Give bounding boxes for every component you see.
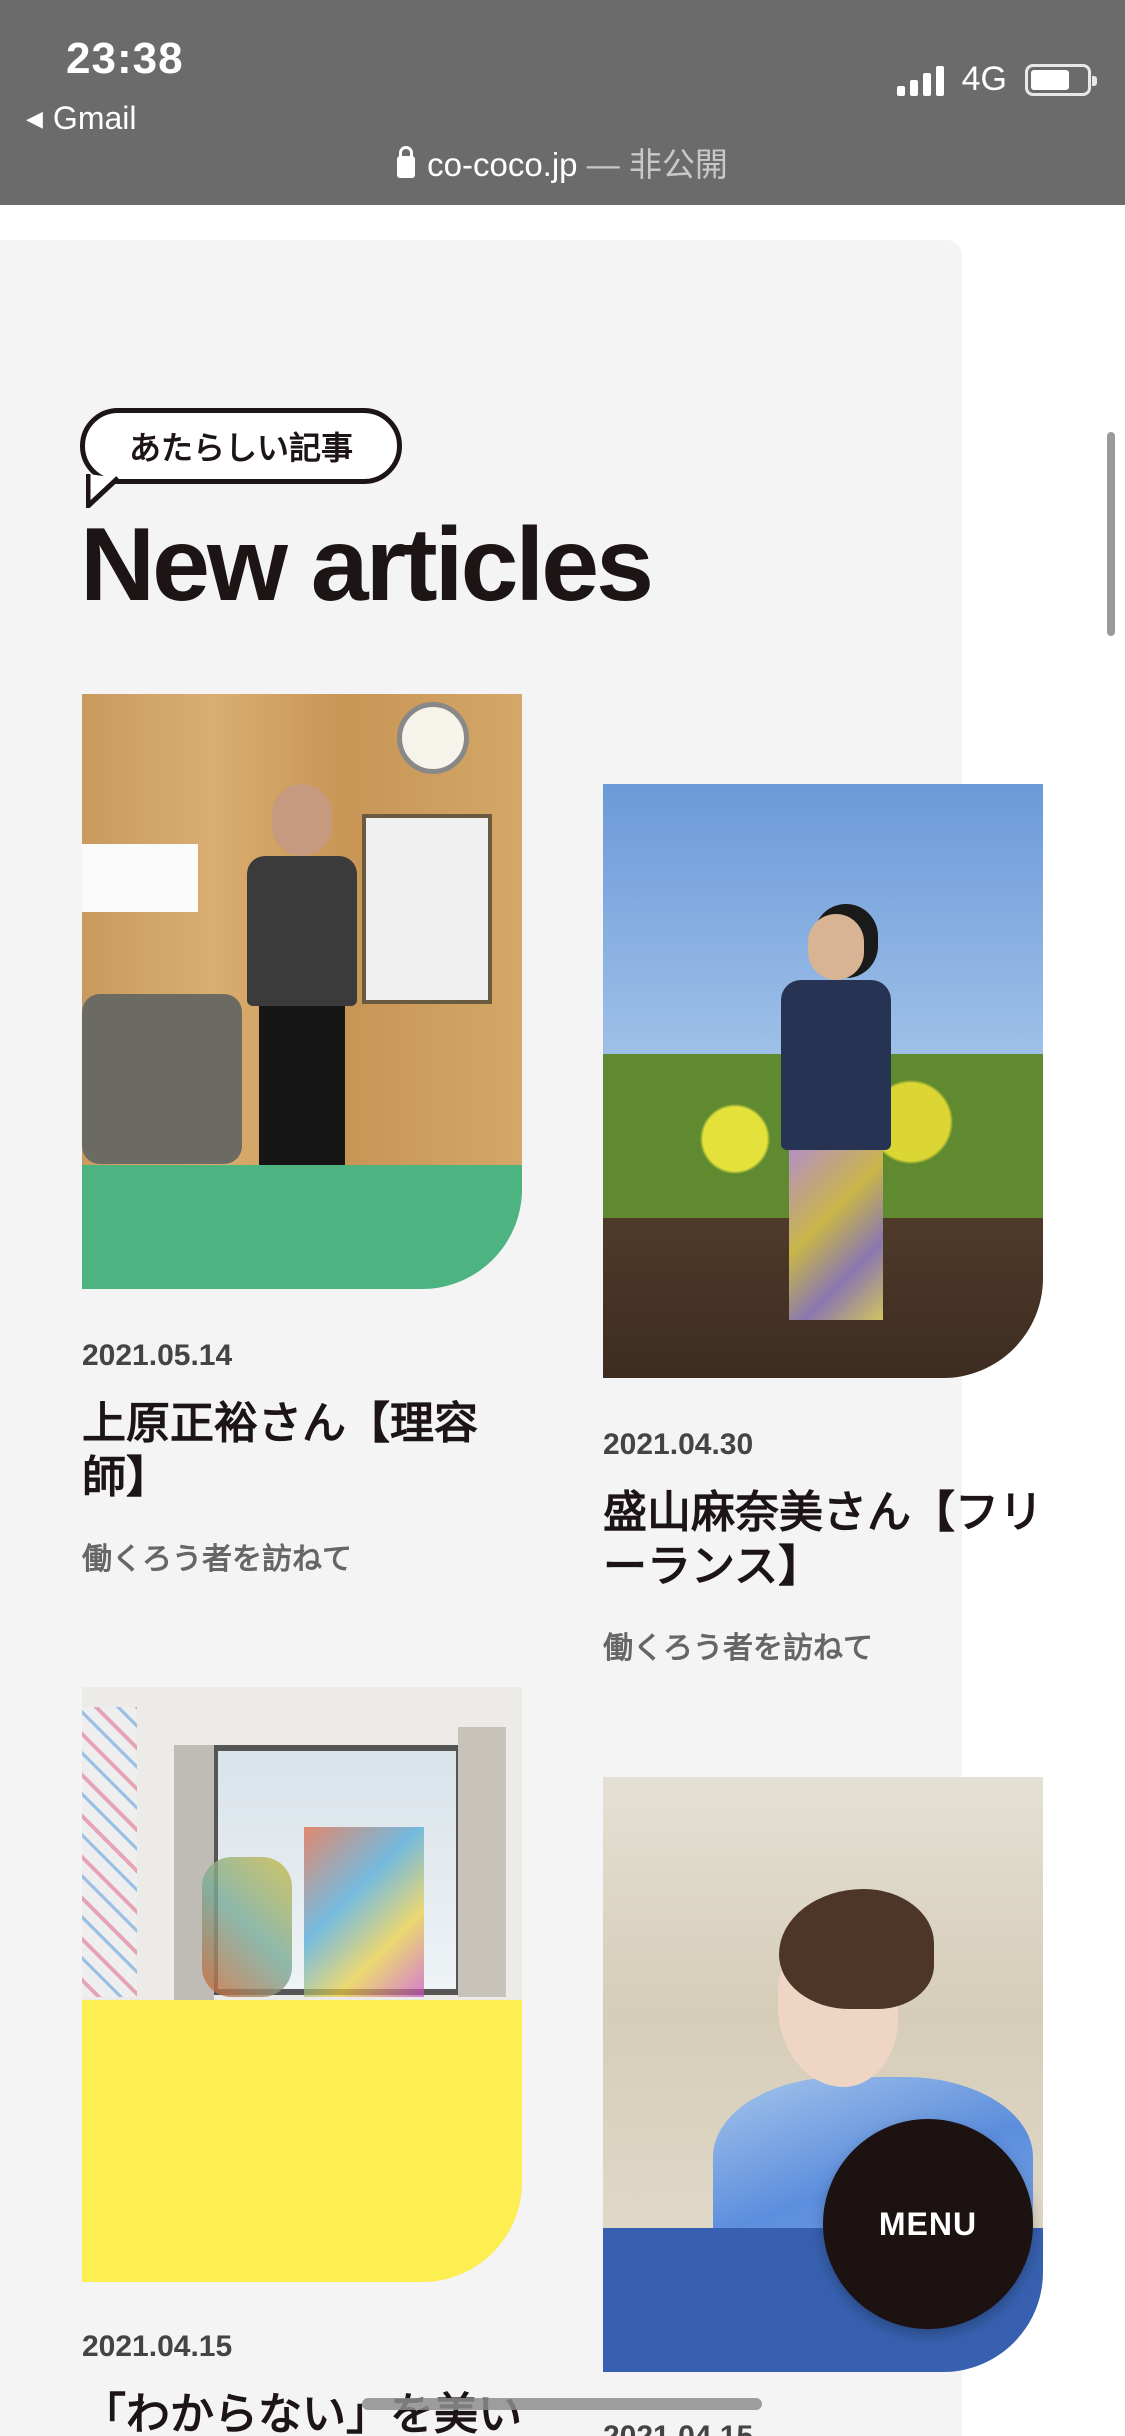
url-text: co-coco.jp [427,146,578,183]
clock-icon [397,702,469,774]
article-date: 2021.04.15 [603,2420,1043,2436]
status-bar: 23:38 ◀ Gmail 4G co-coco.jp — 非公開 [0,0,1125,205]
article-date: 2021.04.15 [82,2330,233,2363]
article-thumbnail[interactable] [603,784,1043,1378]
article-thumbnail[interactable] [82,694,522,1289]
status-indicators: 4G [896,60,1097,99]
article-date: 2021.04.30 [603,1428,754,1461]
cellular-signal-icon [896,64,944,96]
article-title[interactable]: 上原正裕さん【理容師】 [82,1397,482,1504]
back-app-label: Gmail [52,100,137,136]
page: 23:38 ◀ Gmail 4G co-coco.jp — 非公開 あたらしい記… [0,0,1125,2436]
article-date: 2021.05.14 [82,1339,233,1372]
home-indicator[interactable] [362,2398,762,2410]
article-card[interactable]: 2021.04.15 「わからない」を美い [82,1687,522,2436]
network-type: 4G [961,60,1007,98]
lock-icon [397,146,416,178]
address-bar[interactable]: co-coco.jp — 非公開 [0,138,1125,186]
article-title[interactable]: 「わからない」を美い [82,2388,522,2436]
battery-icon [1025,63,1097,96]
back-arrow-icon: ◀ [26,105,43,131]
article-thumbnail[interactable] [82,1687,522,2282]
article-title[interactable]: 盛山麻奈美さん【フリーランス】 [603,1486,1043,1593]
section-badge: あたらしい記事 [80,408,403,484]
article-card[interactable]: 2021.04.15 [603,1777,1043,2436]
section-heading: New articles [80,507,654,623]
speech-tail-icon [86,474,120,508]
article-category[interactable]: 働くろう者を訪ねて [603,1623,1043,1667]
scrollbar-thumb[interactable] [1107,432,1115,636]
article-card[interactable]: 2021.04.30 盛山麻奈美さん【フリーランス】 働くろう者を訪ねて [603,784,1043,1667]
status-time: 23:38 [66,34,184,83]
article-category[interactable]: 働くろう者を訪ねて [82,1534,522,1578]
article-card[interactable]: 2021.05.14 上原正裕さん【理容師】 働くろう者を訪ねて [82,694,522,1578]
back-to-app-link[interactable]: ◀ Gmail [26,100,136,137]
menu-button[interactable]: MENU [823,2119,1033,2329]
private-label: — 非公開 [577,146,728,183]
